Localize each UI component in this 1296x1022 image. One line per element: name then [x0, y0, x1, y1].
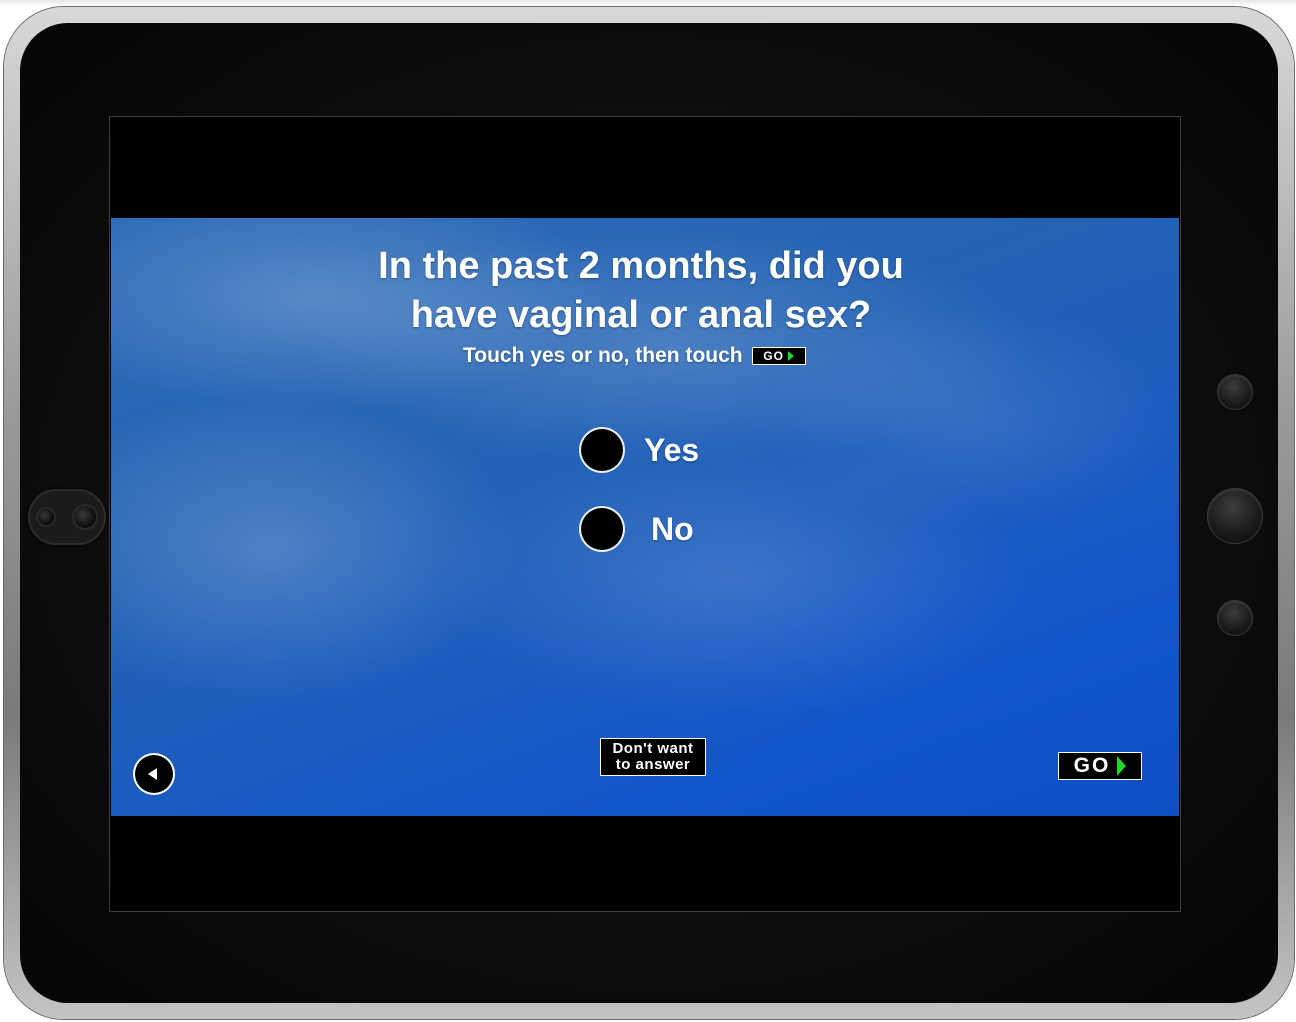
question-line-2: have vaginal or anal sex? — [410, 294, 872, 336]
dont-want-line-1: Don't want — [612, 740, 694, 757]
radio-button-yes[interactable] — [581, 429, 623, 471]
home-button[interactable] — [1208, 489, 1262, 543]
instruction-label: Touch yes or no, then touch — [463, 344, 743, 367]
radio-button-no[interactable] — [581, 508, 623, 550]
go-arrow-icon — [787, 351, 794, 361]
tablet-screen: In the past 2 months, did you have vagin… — [110, 117, 1180, 911]
question-line-1: In the past 2 months, did you — [378, 245, 904, 287]
option-no[interactable]: No — [581, 508, 694, 550]
side-button-top — [1218, 375, 1252, 409]
inline-go-badge: GO — [751, 347, 806, 365]
browser-top-edge — [0, 0, 1296, 6]
camera-icon — [28, 489, 106, 545]
side-button-bottom — [1218, 601, 1252, 635]
go-label: GO — [1073, 754, 1111, 777]
instruction-text: Touch yes or no, then touch GO — [463, 342, 806, 370]
dont-want-to-answer-button[interactable]: Don't want to answer — [600, 738, 706, 776]
option-yes-label[interactable]: Yes — [644, 432, 699, 469]
option-yes[interactable]: Yes — [581, 429, 699, 471]
camera-lens-large — [74, 506, 96, 528]
option-no-label[interactable]: No — [651, 511, 694, 548]
go-button[interactable]: GO — [1058, 752, 1142, 780]
question-text: In the past 2 months, did you have vagin… — [111, 242, 1171, 340]
dont-want-line-2: to answer — [615, 756, 691, 773]
camera-lens-small — [38, 509, 54, 525]
back-button[interactable] — [135, 755, 173, 793]
back-arrow-icon — [148, 768, 157, 780]
survey-panel: In the past 2 months, did you have vagin… — [111, 218, 1179, 816]
go-arrow-icon — [1117, 756, 1127, 776]
inline-go-label: GO — [763, 349, 784, 363]
